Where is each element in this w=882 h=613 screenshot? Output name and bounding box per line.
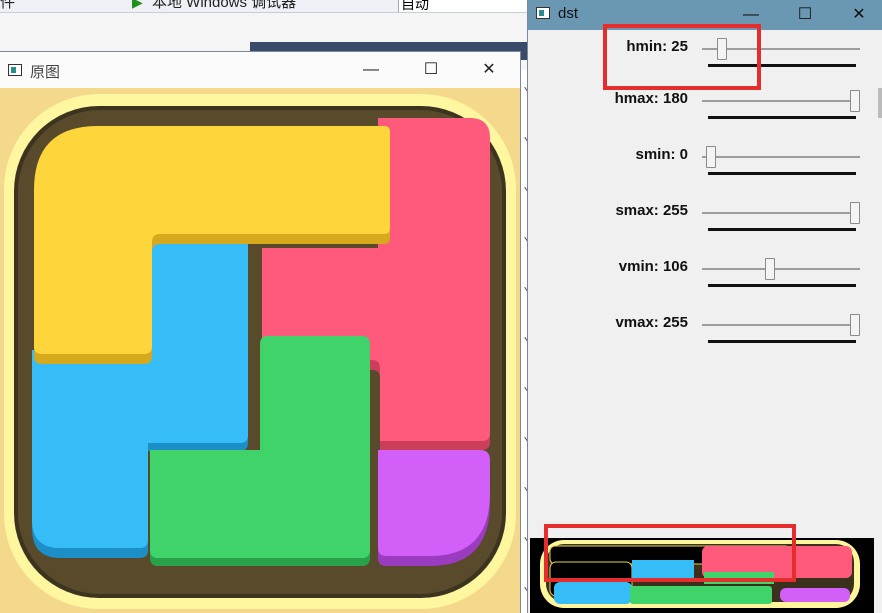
minimize-icon[interactable]: — — [728, 0, 774, 30]
trackbar-label: smin: 0 — [635, 146, 688, 163]
slider-thumb[interactable] — [706, 146, 716, 168]
trackbar-underline — [708, 116, 856, 119]
thresholded-preview — [530, 538, 874, 613]
toolbar-fragment: 件 — [0, 0, 16, 11]
slider-track[interactable] — [702, 156, 860, 158]
image-window-icon — [536, 7, 550, 19]
minimize-icon[interactable]: — — [348, 56, 394, 84]
slider-track[interactable] — [702, 100, 860, 102]
trackbar-label: hmax: 180 — [614, 90, 688, 107]
trackbar-underline — [708, 340, 856, 343]
image-window-icon — [8, 64, 22, 76]
trackbar-label: smax: 255 — [615, 202, 688, 219]
config-select[interactable]: 自动 — [398, 0, 534, 12]
source-image-window[interactable]: 原图 — ☐ ✕ — [0, 52, 520, 613]
debugger-button[interactable]: 本地 Windows 调试器 — [152, 0, 296, 12]
slider-track[interactable] — [702, 324, 860, 326]
play-icon[interactable]: ▶ — [132, 0, 143, 11]
puzzle-illustration — [0, 88, 520, 613]
trackbar-underline — [708, 172, 856, 175]
window-title: 原图 — [30, 64, 61, 81]
dst-image — [530, 538, 874, 613]
trackbar-smax[interactable]: smax: 255 — [528, 202, 868, 246]
trackbar-vmin[interactable]: vmin: 106 — [528, 258, 868, 302]
trackbar-underline — [708, 228, 856, 231]
slider-thumb[interactable] — [765, 258, 775, 280]
ide-toolbar: 件 ▶ 本地 Windows 调试器 自动 — [0, 0, 540, 13]
slider-track[interactable] — [702, 268, 860, 270]
dst-window[interactable]: dst — ☐ ✕ hmin: 25 hmax: 180 smin: 0 sma… — [528, 0, 882, 613]
maximize-icon[interactable]: ☐ — [782, 0, 828, 30]
trackbar-hmax[interactable]: hmax: 180 — [528, 90, 868, 134]
trackbar-hmin[interactable]: hmin: 25 — [528, 38, 868, 82]
slider-thumb[interactable] — [850, 202, 860, 224]
slider-track[interactable] — [702, 212, 860, 214]
puzzle-image — [0, 88, 520, 613]
title-bar[interactable]: dst — ☐ ✕ — [528, 0, 882, 30]
window-title: dst — [558, 5, 579, 22]
maximize-icon[interactable]: ☐ — [408, 56, 454, 84]
trackbar-label: vmin: 106 — [618, 258, 688, 275]
slider-thumb[interactable] — [717, 38, 727, 60]
close-icon[interactable]: ✕ — [836, 0, 882, 30]
trackbar-label: vmax: 255 — [615, 314, 688, 331]
trackbar-underline — [708, 64, 856, 67]
slider-thumb[interactable] — [850, 314, 860, 336]
trackbar-smin[interactable]: smin: 0 — [528, 146, 868, 190]
close-icon[interactable]: ✕ — [466, 56, 512, 84]
slider-thumb[interactable] — [850, 90, 860, 112]
trackbar-vmax[interactable]: vmax: 255 — [528, 314, 868, 358]
trackbar-underline — [708, 284, 856, 287]
trackbar-label: hmin: 25 — [626, 38, 688, 55]
scrollbar[interactable] — [878, 88, 882, 118]
title-bar[interactable]: 原图 — ☐ ✕ — [0, 52, 520, 88]
